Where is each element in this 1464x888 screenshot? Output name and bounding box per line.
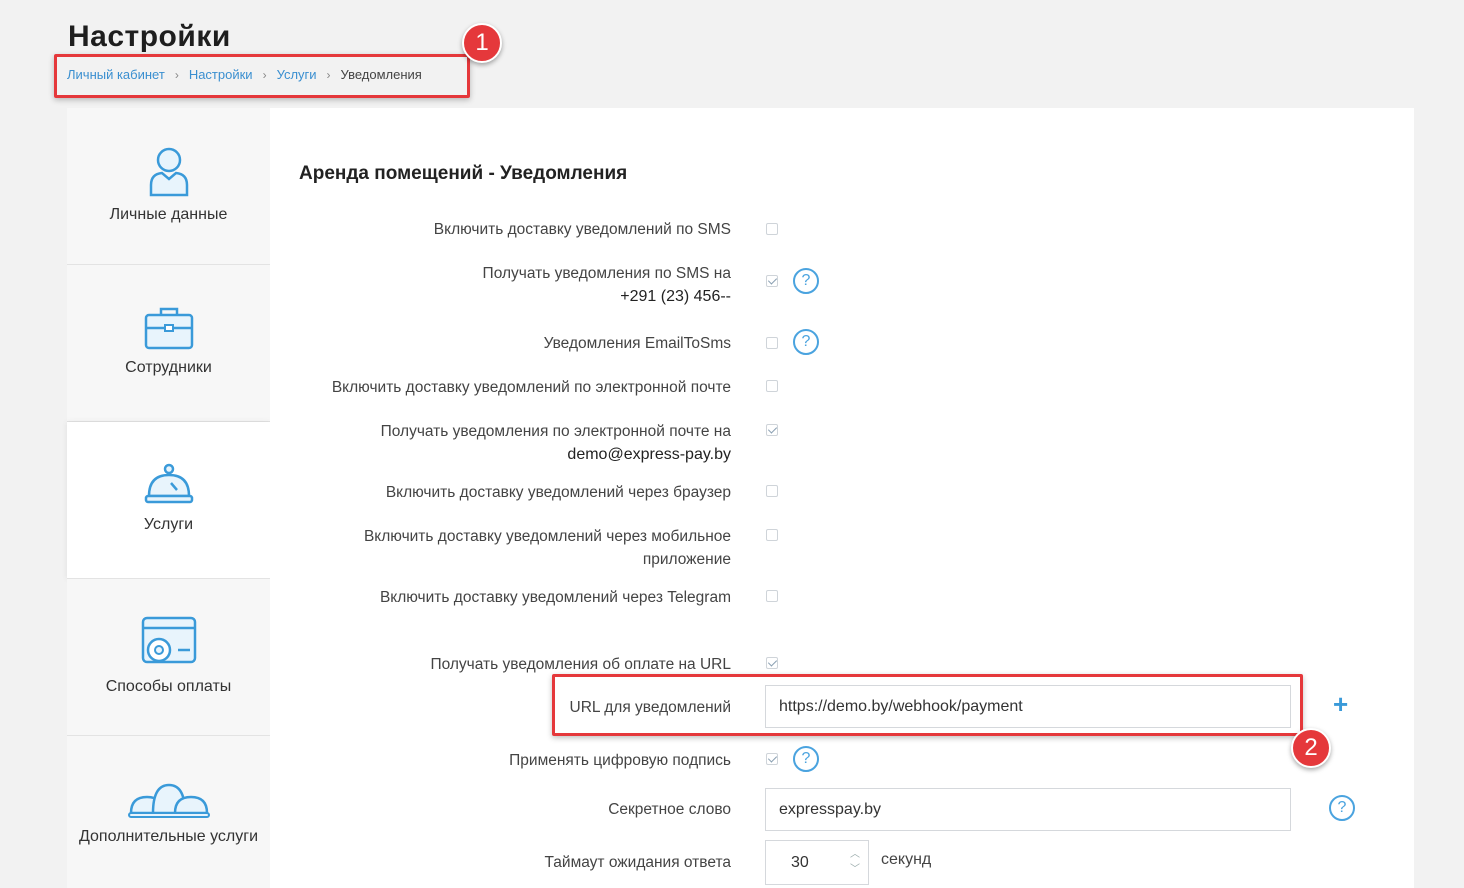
notification-email: demo@express-pay.by bbox=[567, 446, 731, 463]
settings-sidebar: Личные данные Сотрудники Услуги Способы … bbox=[67, 108, 270, 888]
help-icon[interactable]: ? bbox=[793, 329, 819, 355]
breadcrumb-link-settings[interactable]: Настройки bbox=[189, 67, 253, 82]
timeout-stepper[interactable]: 30 ︿ ﹀ bbox=[765, 840, 869, 885]
digital-signature-checkbox[interactable] bbox=[766, 753, 778, 765]
timeout-value: 30 bbox=[791, 853, 809, 871]
sidebar-item-label: Услуги bbox=[143, 516, 194, 533]
breadcrumb: Личный кабинет › Настройки › Услуги › Ув… bbox=[67, 67, 422, 82]
sidebar-item-label: Дополнительные услуги bbox=[78, 828, 259, 845]
notifications-panel: Аренда помещений - Уведомления Включить … bbox=[270, 108, 1414, 888]
secret-field-label: Секретное слово bbox=[608, 801, 731, 818]
mobile-app-delivery-checkbox[interactable] bbox=[766, 529, 778, 541]
briefcase-icon bbox=[144, 307, 193, 350]
help-icon[interactable]: ? bbox=[793, 268, 819, 294]
section-title: Аренда помещений - Уведомления bbox=[299, 163, 628, 184]
setting-label: Включить доставку уведомлений по SMS bbox=[433, 221, 731, 238]
email-address-checkbox[interactable] bbox=[766, 424, 778, 436]
sms-number-checkbox[interactable] bbox=[766, 275, 778, 287]
setting-label-text: приложение bbox=[642, 551, 731, 568]
url-notifications-checkbox[interactable] bbox=[766, 657, 778, 669]
setting-label: Включить доставку уведомлений через Tele… bbox=[379, 589, 731, 606]
breadcrumb-link-cabinet[interactable]: Личный кабинет bbox=[67, 67, 165, 82]
timeout-field-label: Таймаут ожидания ответа bbox=[544, 854, 731, 871]
setting-label: Уведомления EmailToSms bbox=[543, 335, 731, 352]
notification-url-input[interactable]: https://demo.by/webhook/payment bbox=[765, 685, 1291, 728]
timeout-unit: секунд bbox=[881, 851, 932, 868]
sidebar-item-label: Сотрудники bbox=[125, 359, 212, 376]
chevron-right-icon: › bbox=[326, 67, 331, 82]
secret-word-input[interactable]: expresspay.by bbox=[765, 788, 1291, 831]
setting-label: Включить доставку уведомлений по электро… bbox=[331, 379, 731, 396]
chevron-right-icon: › bbox=[174, 67, 179, 82]
telegram-delivery-checkbox[interactable] bbox=[766, 590, 778, 602]
help-icon[interactable]: ? bbox=[1329, 795, 1355, 821]
email-delivery-checkbox[interactable] bbox=[766, 380, 778, 392]
sidebar-item-employees[interactable]: Сотрудники bbox=[67, 265, 270, 422]
setting-label-text: Включить доставку уведомлений через моби… bbox=[363, 528, 731, 545]
setting-label: Применять цифровую подпись bbox=[509, 752, 731, 769]
setting-label: Получать уведомления об оплате на URL bbox=[430, 656, 731, 673]
browser-delivery-checkbox[interactable] bbox=[766, 485, 778, 497]
add-url-button[interactable]: + bbox=[1333, 691, 1348, 717]
chevron-up-icon[interactable]: ︿ bbox=[850, 847, 860, 862]
setting-label: Включить доставку уведомлений через моби… bbox=[291, 525, 731, 571]
setting-label-text: Получать уведомления по электронной почт… bbox=[380, 423, 731, 440]
sidebar-item-personal-data[interactable]: Личные данные bbox=[67, 108, 270, 265]
url-field-label: URL для уведомлений bbox=[569, 699, 731, 716]
service-bells-icon bbox=[127, 783, 210, 818]
sms-phone-number: +291 (23) 456-- bbox=[620, 288, 731, 305]
page-title: Настройки bbox=[68, 20, 231, 53]
help-icon[interactable]: ? bbox=[793, 746, 819, 772]
sidebar-item-label: Личные данные bbox=[109, 206, 228, 223]
setting-label: Получать уведомления по электронной почт… bbox=[291, 420, 731, 466]
sidebar-item-services[interactable]: Услуги bbox=[67, 422, 270, 579]
breadcrumb-link-services[interactable]: Услуги bbox=[277, 67, 317, 82]
email-to-sms-checkbox[interactable] bbox=[766, 337, 778, 349]
setting-label-text: Получать уведомления по SMS на bbox=[482, 265, 731, 282]
service-bell-icon bbox=[144, 463, 193, 504]
setting-label: Получать уведомления по SMS на +291 (23)… bbox=[291, 262, 731, 308]
sidebar-item-label: Способы оплаты bbox=[105, 678, 232, 695]
setting-label: Включить доставку уведомлений через брау… bbox=[385, 484, 731, 501]
annotation-badge-1: 1 bbox=[462, 23, 502, 63]
breadcrumb-current: Уведомления bbox=[340, 67, 422, 82]
annotation-badge-2: 2 bbox=[1291, 728, 1331, 768]
user-icon bbox=[149, 147, 188, 197]
chevron-down-icon[interactable]: ﹀ bbox=[850, 862, 860, 877]
sidebar-item-additional-services[interactable]: Дополнительные услуги bbox=[67, 736, 270, 888]
chevron-right-icon: › bbox=[262, 67, 267, 82]
sms-delivery-checkbox[interactable] bbox=[766, 223, 778, 235]
sidebar-item-payment-methods[interactable]: Способы оплаты bbox=[67, 579, 270, 736]
payment-settings-icon bbox=[141, 616, 196, 664]
